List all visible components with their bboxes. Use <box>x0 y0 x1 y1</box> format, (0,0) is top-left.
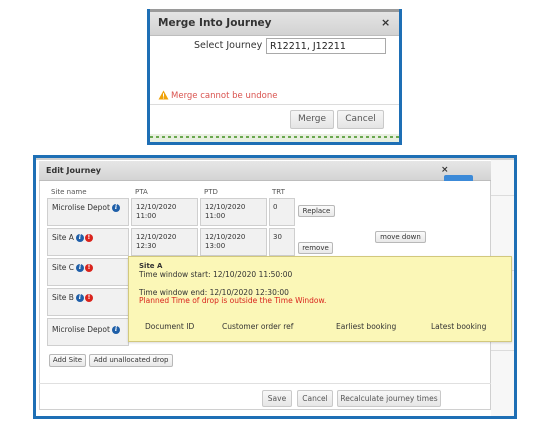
error-icon[interactable]: ! <box>84 234 93 242</box>
replace-button[interactable]: Replace <box>298 205 335 217</box>
table-row-site: Microlise Depot i <box>47 318 129 346</box>
table-cell-trt: 0 <box>269 198 295 226</box>
tooltip-window-start: Time window start: 12/10/2020 11:50:00 <box>139 270 293 279</box>
table-cell-pta: 12/10/2020 11:00 <box>131 198 198 226</box>
background-divider <box>491 195 514 196</box>
table-row-site: Site Ci! <box>47 258 129 286</box>
add-unallocated-drop-button[interactable]: Add unallocated drop <box>89 354 173 367</box>
site-name: Site C <box>52 263 75 272</box>
table-row-site: Site Bi! <box>47 288 129 316</box>
tooltip-column-document-id: Document ID <box>145 322 195 331</box>
tooltip-warning: Planned Time of drop is outside the Time… <box>139 296 327 305</box>
info-icon[interactable]: i <box>75 294 84 302</box>
tooltip-site-name: Site A <box>139 262 163 270</box>
table-row-site: Microlise Depot i <box>47 198 129 226</box>
merge-dialog-title: Merge Into Journey <box>158 17 272 29</box>
tooltip-column-earliest-booking: Earliest booking <box>336 322 397 331</box>
error-icon[interactable]: ! <box>85 264 94 272</box>
site-name: Site B <box>52 293 74 302</box>
table-cell-ptd: 12/10/2020 11:00 <box>200 198 267 226</box>
column-header-ptd: PTD <box>204 188 218 196</box>
edit-footer-line <box>39 409 491 410</box>
table-cell-pta: 12/10/2020 12:30 <box>131 228 198 256</box>
footer-divider <box>39 383 491 384</box>
background-divider <box>491 350 514 351</box>
tooltip-column-latest-booking: Latest booking <box>431 322 487 331</box>
info-icon[interactable]: i <box>75 234 84 242</box>
table-row-site: Site Ai! <box>47 228 129 256</box>
warning-triangle-icon <box>158 90 169 100</box>
cancel-button[interactable]: Cancel <box>297 390 333 407</box>
table-cell-ptd: 12/10/2020 13:00 <box>200 228 267 256</box>
merge-warning-text: Merge cannot be undone <box>171 91 278 101</box>
recalculate-journey-times-button[interactable]: Recalculate journey times <box>337 390 441 407</box>
merge-cancel-button[interactable]: Cancel <box>337 110 384 129</box>
tooltip-column-customer-order-ref: Customer order ref <box>222 322 294 331</box>
info-icon[interactable]: i <box>76 264 85 272</box>
merge-button[interactable]: Merge <box>290 110 334 129</box>
merge-divider <box>150 104 399 105</box>
column-header-pta: PTA <box>135 188 148 196</box>
column-header-trt: TRT <box>272 188 285 196</box>
add-site-button[interactable]: Add Site <box>49 354 86 367</box>
site-name: Site A <box>52 233 74 242</box>
background-topline <box>36 158 514 160</box>
move-down-button[interactable]: move down <box>375 231 426 243</box>
merge-background-dashed-line <box>150 136 399 138</box>
site-name: Microlise Depot <box>52 203 110 212</box>
select-journey-label: Select Journey <box>194 40 263 51</box>
site-name: Microlise Depot <box>52 325 110 334</box>
save-button[interactable]: Save <box>262 390 292 407</box>
edit-close-icon[interactable]: × <box>441 165 449 175</box>
error-icon[interactable]: ! <box>84 294 93 302</box>
edit-journey-header <box>39 161 491 181</box>
column-header-site-name: Site name <box>51 188 87 196</box>
info-icon[interactable]: i <box>111 204 120 212</box>
info-icon[interactable]: i <box>111 326 120 334</box>
edit-journey-title: Edit Journey <box>46 166 101 175</box>
remove-button[interactable]: remove <box>298 242 333 254</box>
select-journey-input[interactable] <box>266 38 386 54</box>
table-cell-trt: 30 <box>269 228 295 256</box>
merge-close-icon[interactable]: × <box>381 16 390 29</box>
